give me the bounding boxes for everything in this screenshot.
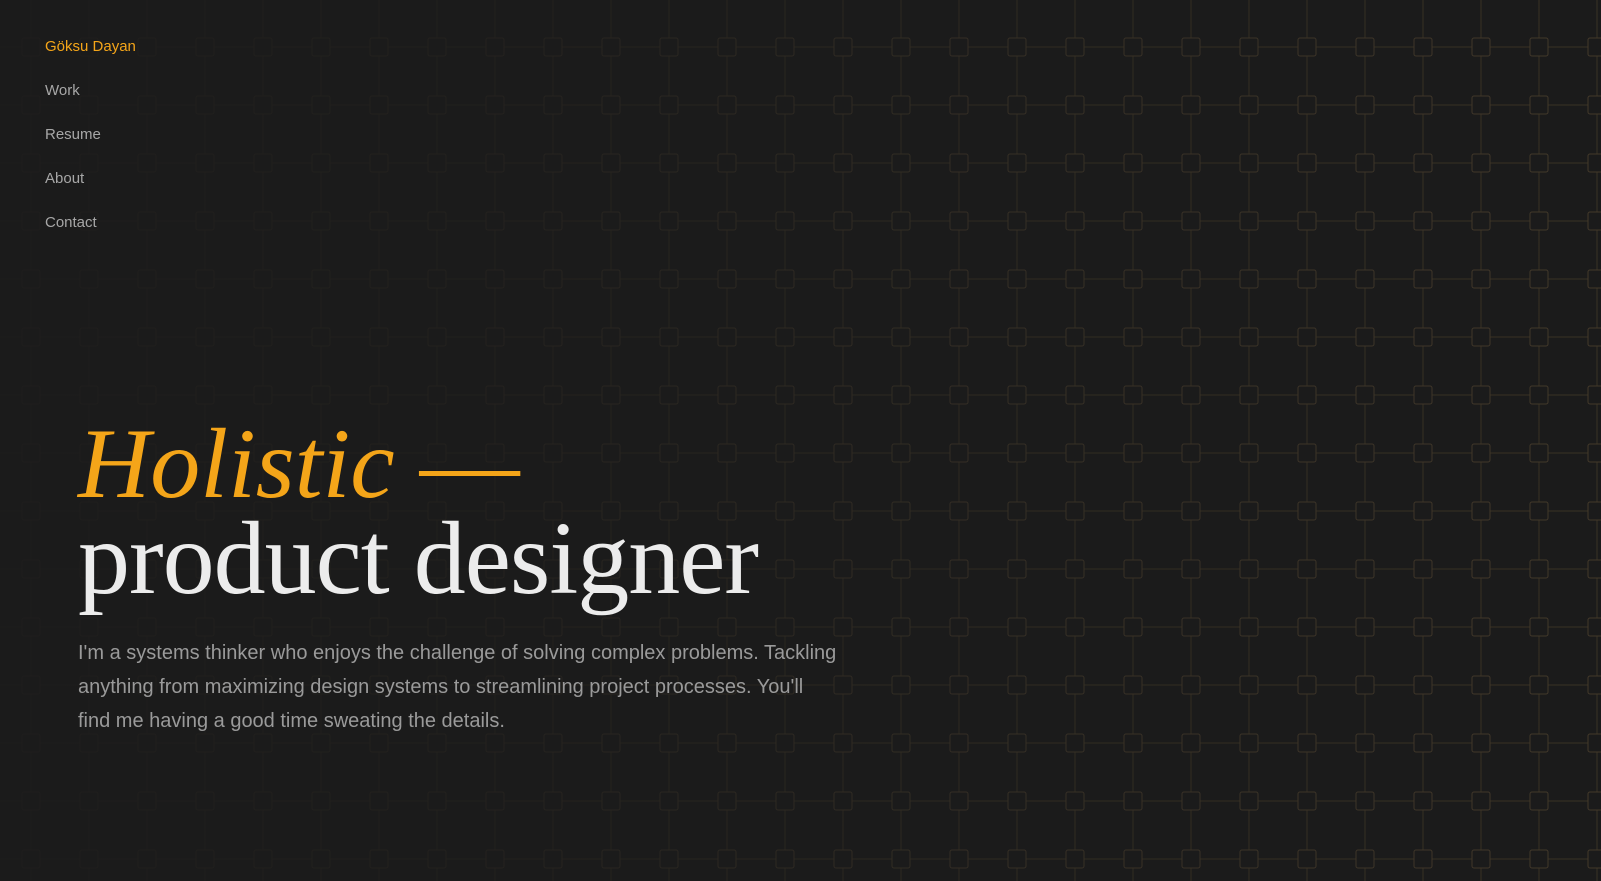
headline-line-1: Holistic — <box>78 414 938 514</box>
nav-link-about[interactable]: About <box>45 169 136 189</box>
hero-headline: Holistic — product designer <box>78 414 938 616</box>
primary-nav: Göksu Dayan Work Resume About Contact <box>45 37 136 257</box>
nav-link-resume[interactable]: Resume <box>45 125 136 145</box>
nav-link-contact[interactable]: Contact <box>45 213 136 233</box>
brand-link[interactable]: Göksu Dayan <box>45 37 136 57</box>
headline-line-2: product designer <box>78 501 759 616</box>
hero-intro-text: I'm a systems thinker who enjoys the cha… <box>78 642 837 732</box>
nav-link-work[interactable]: Work <box>45 81 136 101</box>
hero-section: Holistic — product designer I'm a system… <box>78 414 938 738</box>
